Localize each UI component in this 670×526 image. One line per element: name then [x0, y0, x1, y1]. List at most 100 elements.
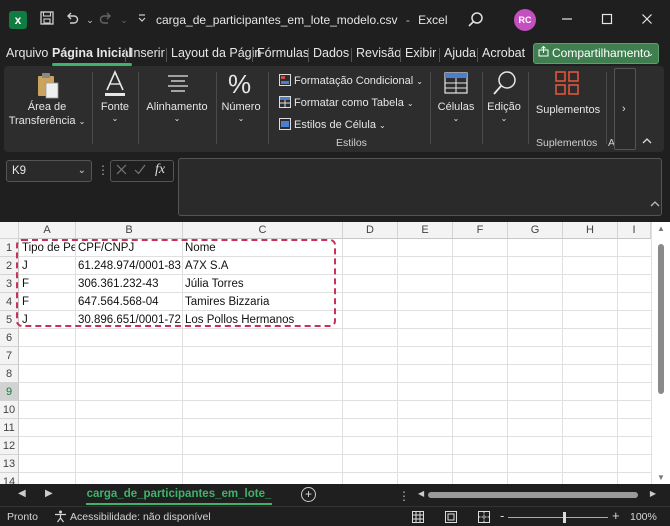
ribbon-scroll-right-button[interactable]: › — [614, 68, 636, 150]
magnifier-icon — [492, 70, 518, 99]
horizontal-scrollbar[interactable]: ◀ ▶ — [418, 489, 656, 499]
search-icon[interactable] — [466, 10, 486, 30]
tab-exibir[interactable]: Exibir — [405, 46, 436, 60]
scroll-right-icon[interactable]: ▶ — [650, 489, 656, 498]
horizontal-scroll-thumb[interactable] — [428, 492, 638, 498]
number-group[interactable]: % Número ⌄ — [218, 66, 264, 152]
number-label: Número — [221, 101, 261, 113]
ribbon-separator — [528, 72, 529, 144]
name-box[interactable]: K9 ⌄ — [6, 160, 92, 182]
zoom-level[interactable]: 100% — [630, 511, 657, 523]
addins-caption: Suplementos — [536, 137, 598, 149]
cell-styles-button[interactable]: Estilos de Célula ⌄ — [279, 118, 386, 131]
chevron-down-icon: ⌄ — [379, 121, 386, 130]
column-header-f[interactable]: F — [453, 222, 508, 239]
highlight-annotation — [16, 239, 336, 327]
tab-layout[interactable]: Layout da Págin — [171, 46, 261, 60]
format-as-table-button[interactable]: Formatar como Tabela ⌄ — [279, 96, 414, 109]
select-all-corner[interactable] — [0, 222, 19, 239]
editing-label: Edição — [487, 101, 521, 113]
more-options-icon[interactable]: ⋮ — [398, 489, 410, 503]
row-header-13[interactable]: 13 — [0, 455, 19, 473]
sheet-next-icon[interactable]: ▶ — [45, 488, 53, 499]
conditional-formatting-button[interactable]: Formatação Condicional ⌄ — [279, 74, 423, 87]
user-avatar[interactable]: RC — [514, 9, 536, 31]
collapse-ribbon-icon[interactable] — [642, 136, 652, 148]
excel-app-icon: x — [9, 11, 27, 29]
zoom-in-button[interactable]: + — [612, 508, 620, 523]
minimize-icon[interactable] — [557, 10, 577, 30]
column-header-h[interactable]: H — [563, 222, 618, 239]
ribbon-panel: Área de Transferência ⌄ Fonte ⌄ Alinhame… — [4, 66, 664, 152]
zoom-slider-thumb[interactable] — [563, 512, 566, 523]
sheet-prev-icon[interactable]: ◀ — [18, 488, 26, 499]
alignment-group[interactable]: Alinhamento ⌄ — [142, 66, 212, 152]
row-header-10[interactable]: 10 — [0, 401, 19, 419]
cell-styles-icon — [279, 118, 291, 130]
row-header-12[interactable]: 12 — [0, 437, 19, 455]
tab-pagina-inicial[interactable]: Página Inicial — [52, 46, 132, 66]
scroll-up-icon[interactable]: ▲ — [657, 224, 665, 233]
accessibility-status[interactable]: Acessibilidade: não disponível — [70, 511, 211, 523]
normal-view-icon[interactable] — [412, 511, 424, 523]
maximize-icon[interactable] — [597, 10, 617, 30]
cells-group[interactable]: Células ⌄ — [432, 66, 480, 152]
add-sheet-button[interactable]: + — [301, 487, 316, 502]
row-header-8[interactable]: 8 — [0, 365, 19, 383]
scroll-left-icon[interactable]: ◀ — [418, 489, 424, 498]
tab-acrobat[interactable]: Acrobat — [482, 46, 525, 60]
vertical-scrollbar[interactable]: ▲ ▼ — [651, 222, 670, 484]
clipboard-label-1: Área de — [27, 101, 67, 113]
row-header-14[interactable]: 14 — [0, 473, 19, 484]
insert-function-icon[interactable]: fx — [155, 162, 165, 178]
font-group[interactable]: Fonte ⌄ — [94, 66, 136, 152]
cancel-icon[interactable] — [116, 164, 127, 178]
collapse-formula-bar-icon[interactable] — [650, 200, 660, 210]
styles-caption: Estilos — [336, 137, 367, 149]
formula-input[interactable] — [178, 158, 662, 216]
column-header-b[interactable]: B — [76, 222, 183, 239]
more-options-icon[interactable]: ⋮ — [97, 163, 109, 177]
close-icon[interactable] — [637, 10, 657, 30]
share-button[interactable]: Compartilhamento ⌄ — [533, 43, 659, 64]
vertical-scroll-thumb[interactable] — [658, 244, 664, 394]
clipboard-group[interactable]: Área de Transferência ⌄ — [4, 66, 90, 152]
confirm-icon[interactable] — [134, 164, 146, 178]
editing-group[interactable]: Edição ⌄ — [484, 66, 524, 152]
tab-separator — [439, 48, 440, 62]
gridline — [507, 239, 508, 484]
spreadsheet-grid[interactable]: A B C D E F G H I 1 2 3 4 5 6 7 8 9 10 1… — [0, 222, 670, 484]
column-header-i[interactable]: I — [618, 222, 651, 239]
tab-revisao[interactable]: Revisão — [356, 46, 401, 60]
format-as-table-label: Formatar como Tabela — [294, 97, 404, 109]
row-header-7[interactable]: 7 — [0, 347, 19, 365]
save-icon[interactable] — [36, 9, 58, 31]
column-header-g[interactable]: G — [508, 222, 563, 239]
zoom-out-button[interactable]: - — [500, 508, 504, 523]
chevron-down-icon: ⌄ — [237, 114, 245, 123]
scroll-down-icon[interactable]: ▼ — [657, 473, 665, 482]
chevron-right-icon: › — [622, 103, 626, 115]
sheet-tab-active[interactable]: carga_de_participantes_em_lote_ — [86, 484, 272, 505]
row-header-11[interactable]: 11 — [0, 419, 19, 437]
customize-toolbar-icon[interactable] — [131, 9, 153, 31]
column-header-e[interactable]: E — [398, 222, 453, 239]
column-header-c[interactable]: C — [183, 222, 343, 239]
tab-ajuda[interactable]: Ajuda — [444, 46, 476, 60]
tab-separator — [308, 48, 309, 62]
page-layout-icon[interactable] — [445, 511, 457, 523]
tab-dados[interactable]: Dados — [313, 46, 349, 60]
tab-inserir[interactable]: Inserir — [130, 46, 165, 60]
column-header-a[interactable]: A — [19, 222, 76, 239]
tab-formulas[interactable]: Fórmulas — [257, 46, 309, 60]
tab-arquivo[interactable]: Arquivo — [6, 46, 48, 60]
status-ready: Pronto — [7, 511, 38, 523]
column-header-d[interactable]: D — [343, 222, 398, 239]
zoom-slider[interactable] — [508, 517, 608, 518]
chevron-down-icon: ⌄ — [500, 114, 508, 123]
row-header-6[interactable]: 6 — [0, 329, 19, 347]
page-break-preview-icon[interactable] — [478, 511, 490, 523]
chevron-down-icon: ⌄ — [416, 77, 423, 86]
row-header-9[interactable]: 9 — [0, 383, 19, 401]
window-title: carga_de_participantes_em_lote_modelo.cs… — [156, 13, 448, 27]
